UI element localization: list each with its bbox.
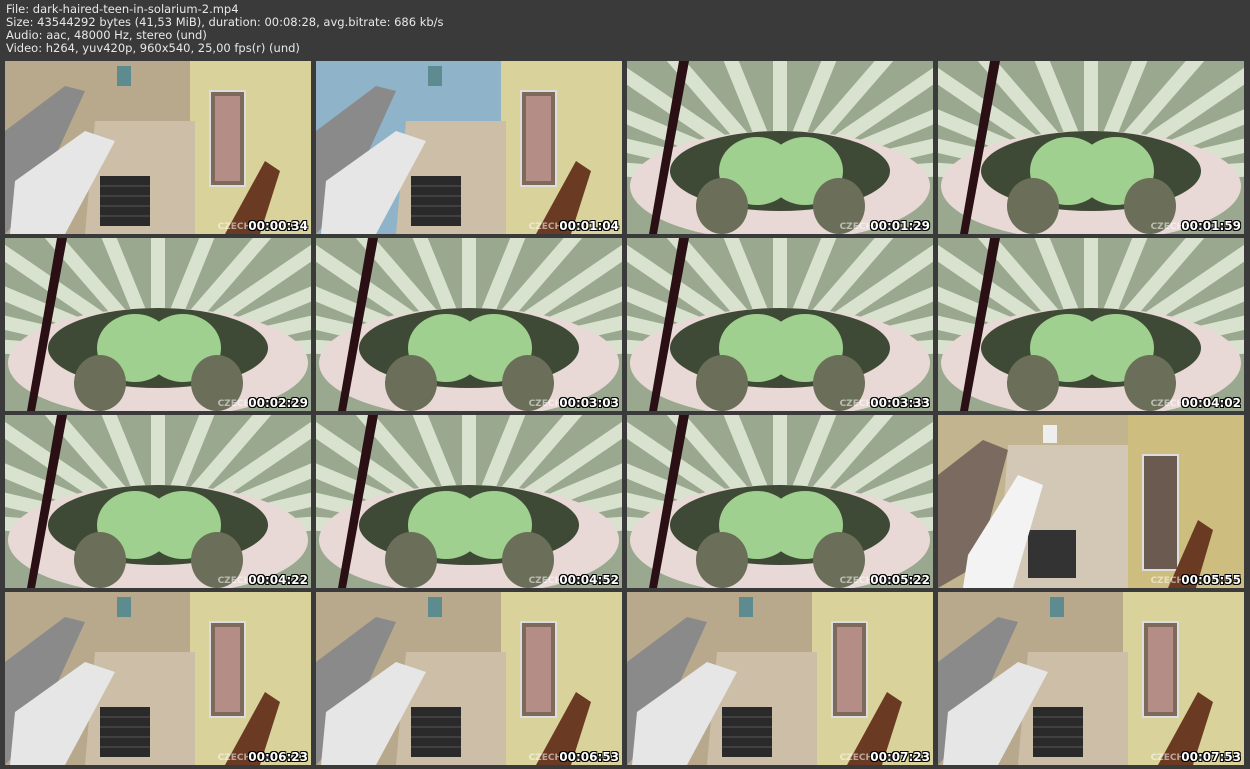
timestamp-label: 00:01:04 [559,219,619,233]
video-thumbnail: CZECH 00:02:29 [5,238,311,411]
timestamp-label: 00:01:29 [870,219,930,233]
timestamp-label: 00:05:22 [870,573,930,587]
thumbnail-frame-image [5,415,311,588]
watermark-text: CZECH [217,399,251,409]
thumbnail-frame-image [5,238,311,411]
thumbnail-frame-image [316,415,622,588]
watermark-text: CZECH [1150,399,1184,409]
file-info-header: File: dark-haired-teen-in-solarium-2.mp4… [6,3,444,55]
timestamp-label: 00:05:55 [1181,573,1241,587]
video-thumbnail: CZECH 00:06:23 [5,592,311,765]
thumbnail-frame-image [316,592,622,765]
timestamp-label: 00:04:52 [559,573,619,587]
watermark-text: CZECH [528,399,562,409]
watermark-text: CZECH [839,222,873,232]
timestamp-label: 00:03:33 [870,396,930,410]
watermark-text: CZECH [217,222,251,232]
timestamp-label: 00:07:23 [870,750,930,764]
thumbnail-frame-image [5,61,311,234]
timestamp-label: 00:00:34 [248,219,308,233]
thumbnail-frame-image [938,238,1244,411]
timestamp-label: 00:01:59 [1181,219,1241,233]
video-thumbnail: CZECH 00:01:59 [938,61,1244,234]
timestamp-label: 00:02:29 [248,396,308,410]
video-thumbnail: CZECH 00:03:03 [316,238,622,411]
video-thumbnail: CZECH 00:03:33 [627,238,933,411]
video-thumbnail: CZECH 00:05:22 [627,415,933,588]
video-thumbnail: CZECH 00:07:53 [938,592,1244,765]
watermark-text: CZECH [1150,576,1184,586]
timestamp-label: 00:06:23 [248,750,308,764]
video-info-line: Video: h264, yuv420p, 960x540, 25,00 fps… [6,41,300,55]
video-thumbnail: CZECH 00:04:22 [5,415,311,588]
thumbnail-frame-image [627,592,933,765]
thumbnail-frame-image [938,61,1244,234]
timestamp-label: 00:04:22 [248,573,308,587]
timestamp-label: 00:06:53 [559,750,619,764]
timestamp-label: 00:03:03 [559,396,619,410]
watermark-text: CZECH [1150,222,1184,232]
watermark-text: CZECH [528,753,562,763]
thumbnail-frame-image [938,592,1244,765]
watermark-text: CZECH [839,753,873,763]
thumbnail-frame-image [627,61,933,234]
video-thumbnail: CZECH 00:01:04 [316,61,622,234]
thumbnail-grid: CZECH 00:00:34 CZECH 00:01:04 CZECH 00:01:2… [5,61,1244,765]
watermark-text: CZECH [839,399,873,409]
watermark-text: CZECH [528,222,562,232]
video-thumbnail: CZECH 00:07:23 [627,592,933,765]
thumbnail-frame-image [627,415,933,588]
video-thumbnail: CZECH 00:01:29 [627,61,933,234]
timestamp-label: 00:07:53 [1181,750,1241,764]
video-thumbnail: CZECH 00:00:34 [5,61,311,234]
thumbnail-frame-image [938,415,1244,588]
watermark-text: CZECH [839,576,873,586]
video-thumbnail: CZECH 00:04:52 [316,415,622,588]
thumbnail-frame-image [316,61,622,234]
watermark-text: CZECH [217,576,251,586]
video-thumbnail: CZECH 00:05:55 [938,415,1244,588]
thumbnail-frame-image [627,238,933,411]
watermark-text: CZECH [1150,753,1184,763]
thumbnail-frame-image [316,238,622,411]
watermark-text: CZECH [528,576,562,586]
timestamp-label: 00:04:02 [1181,396,1241,410]
watermark-text: CZECH [217,753,251,763]
video-thumbnail: CZECH 00:06:53 [316,592,622,765]
thumbnail-frame-image [5,592,311,765]
video-thumbnail: CZECH 00:04:02 [938,238,1244,411]
